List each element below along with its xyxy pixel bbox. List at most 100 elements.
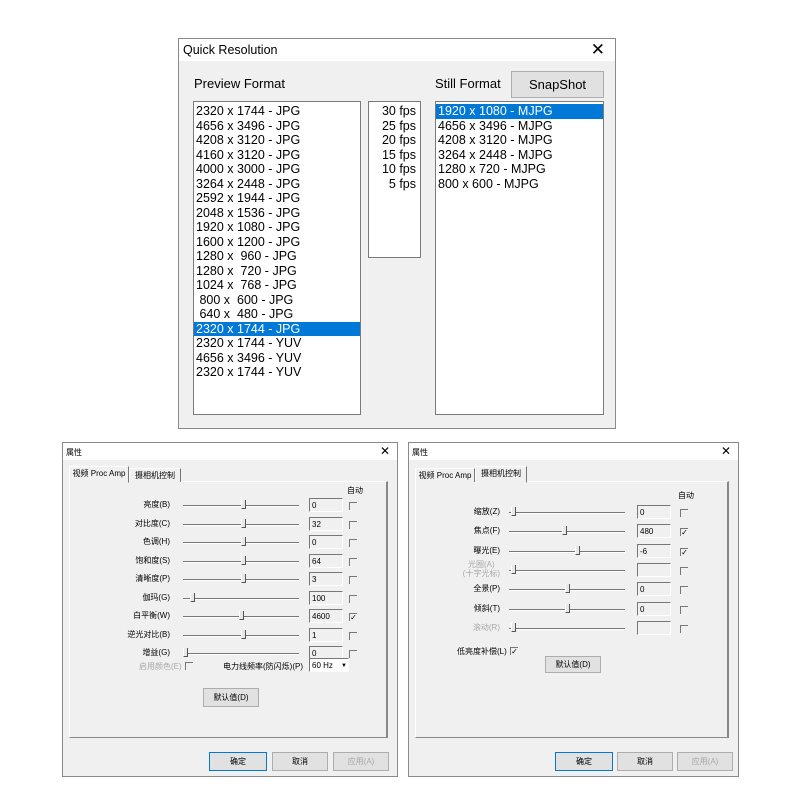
preview-format-item[interactable]: 2320 x 1744 - JPG [194, 321, 360, 336]
slider-thumb[interactable] [241, 629, 247, 639]
auto-checkbox[interactable]: ✓ [680, 547, 688, 556]
still-format-item[interactable]: 4656 x 3496 - MJPG [436, 119, 603, 134]
fps-item[interactable]: 10 fps [369, 162, 420, 177]
cancel-button[interactable]: 取消 [272, 752, 328, 771]
value-field[interactable]: 0 [637, 601, 671, 616]
preview-format-item[interactable]: 4160 x 3120 - JPG [194, 148, 360, 163]
tab-proc-amp[interactable]: 视频 Proc Amp [69, 466, 129, 483]
auto-checkbox[interactable] [680, 605, 688, 614]
enable-color-checkbox[interactable] [185, 662, 193, 670]
slider-thumb[interactable] [241, 555, 247, 565]
default-button[interactable]: 默认值(D) [545, 656, 601, 673]
auto-checkbox[interactable] [349, 502, 357, 510]
auto-checkbox[interactable] [349, 631, 357, 640]
preview-format-item[interactable]: 1280 x 720 - JPG [194, 264, 360, 279]
value-field[interactable]: 64 [309, 553, 343, 568]
preview-format-item[interactable]: 2320 x 1744 - YUV [194, 365, 360, 380]
auto-checkbox[interactable] [349, 650, 357, 658]
fps-item[interactable]: 20 fps [369, 133, 420, 148]
preview-format-item[interactable]: 3264 x 2448 - JPG [194, 177, 360, 192]
auto-checkbox[interactable] [349, 557, 357, 566]
value-field[interactable]: 0 [309, 498, 343, 512]
preview-format-item[interactable]: 4656 x 3496 - JPG [194, 119, 360, 134]
close-icon[interactable]: ✕ [380, 444, 390, 458]
slider-thumb[interactable] [565, 603, 570, 613]
fps-item[interactable]: 30 fps [369, 104, 420, 119]
preview-format-item[interactable]: 1024 x 768 - JPG [194, 278, 360, 293]
auto-checkbox[interactable]: ✓ [349, 613, 357, 622]
auto-checkbox[interactable] [349, 576, 357, 584]
cancel-button[interactable]: 取消 [617, 752, 673, 771]
auto-checkbox[interactable] [349, 520, 357, 529]
auto-checkbox[interactable] [680, 586, 688, 595]
preview-format-item[interactable]: 2320 x 1744 - JPG [194, 104, 360, 119]
auto-checkbox[interactable] [680, 624, 688, 633]
slider-thumb[interactable] [575, 545, 581, 555]
tab-proc-amp[interactable]: 视频 Proc Amp [415, 468, 475, 482]
fps-list[interactable]: 30 fps 25 fps 20 fps 15 fps 10 fps 5 fps [368, 101, 421, 258]
value-field[interactable]: 0 [637, 505, 671, 519]
auto-checkbox[interactable]: ✓ [680, 528, 688, 537]
preview-format-item[interactable]: 1600 x 1200 - JPG [194, 235, 360, 250]
value-field[interactable]: 4600 [309, 609, 343, 623]
tab-camera-control[interactable]: 摄相机控制 [129, 468, 181, 482]
preview-format-item[interactable]: 800 x 600 - JPG [194, 293, 360, 308]
preview-format-item[interactable]: 1280 x 960 - JPG [194, 249, 360, 264]
value-field[interactable]: 0 [637, 582, 671, 597]
fps-item[interactable]: 25 fps [369, 119, 420, 134]
slider-thumb[interactable] [565, 584, 570, 594]
auto-checkbox[interactable] [680, 509, 688, 517]
value-field[interactable]: -6 [637, 543, 671, 558]
close-icon[interactable]: ✕ [591, 40, 605, 60]
still-format-list[interactable]: 1920 x 1080 - MJPG 4656 x 3496 - MJPG 4208… [435, 101, 604, 415]
slider-thumb[interactable] [241, 537, 247, 546]
tab-camera-control[interactable]: 摄相机控制 [475, 466, 527, 483]
close-icon[interactable]: ✕ [721, 444, 731, 458]
slider-thumb[interactable] [183, 648, 188, 657]
value-field[interactable]: 100 [309, 590, 343, 605]
still-format-item[interactable]: 3264 x 2448 - MJPG [436, 148, 603, 163]
value-field[interactable]: 480 [637, 524, 671, 539]
preview-format-list[interactable]: 2320 x 1744 - JPG 4656 x 3496 - JPG 4208 x… [193, 101, 361, 415]
preview-format-item[interactable]: 4656 x 3496 - YUV [194, 351, 360, 366]
fps-item[interactable]: 5 fps [369, 177, 420, 192]
slider-track[interactable] [509, 512, 625, 514]
preview-format-item[interactable]: 4208 x 3120 - JPG [194, 133, 360, 148]
fps-item[interactable]: 15 fps [369, 148, 420, 163]
slider-thumb[interactable] [189, 592, 195, 602]
auto-checkbox[interactable] [349, 539, 357, 547]
slider-track[interactable] [183, 597, 299, 600]
slider-thumb[interactable] [239, 611, 244, 620]
powerline-select[interactable]: 60 Hz ▼ [309, 658, 349, 672]
low-light-checkbox[interactable]: ✓ [510, 647, 518, 656]
preview-format-item[interactable]: 4000 x 3000 - JPG [194, 162, 360, 177]
value-field[interactable]: 0 [309, 535, 343, 549]
auto-checkbox[interactable] [349, 594, 357, 603]
slider-thumb[interactable] [241, 574, 247, 583]
slider-thumb[interactable] [241, 518, 247, 528]
still-format-item[interactable]: 1280 x 720 - MJPG [436, 162, 603, 177]
still-format-item[interactable]: 1920 x 1080 - MJPG [436, 104, 603, 119]
still-format-item[interactable]: 800 x 600 - MJPG [436, 177, 603, 192]
value-field[interactable]: 3 [309, 572, 343, 586]
slider-track[interactable] [183, 653, 299, 655]
snapshot-button[interactable]: SnapShot [511, 71, 604, 98]
default-button[interactable]: 默认值(D) [203, 688, 259, 707]
value-field[interactable]: 1 [309, 627, 343, 642]
slider-track[interactable] [509, 531, 625, 534]
auto-checkbox[interactable] [680, 566, 688, 575]
preview-format-item[interactable]: 2320 x 1744 - YUV [194, 336, 360, 351]
ok-button[interactable]: 确定 [555, 752, 613, 771]
preview-format-item[interactable]: 2592 x 1944 - JPG [194, 191, 360, 206]
preview-format-item[interactable]: 1920 x 1080 - JPG [194, 220, 360, 235]
still-format-item[interactable]: 4208 x 3120 - MJPG [436, 133, 603, 148]
ok-button[interactable]: 确定 [209, 752, 267, 771]
slider-thumb[interactable] [561, 526, 567, 536]
slider-thumb[interactable] [241, 500, 247, 509]
slider-thumb[interactable] [511, 507, 517, 516]
preview-format-item[interactable]: 640 x 480 - JPG [194, 307, 360, 322]
chevron-down-icon[interactable]: ▼ [341, 659, 347, 673]
preview-format-item[interactable]: 2048 x 1536 - JPG [194, 206, 360, 221]
slider-track[interactable] [509, 550, 625, 553]
value-field[interactable]: 32 [309, 516, 343, 531]
